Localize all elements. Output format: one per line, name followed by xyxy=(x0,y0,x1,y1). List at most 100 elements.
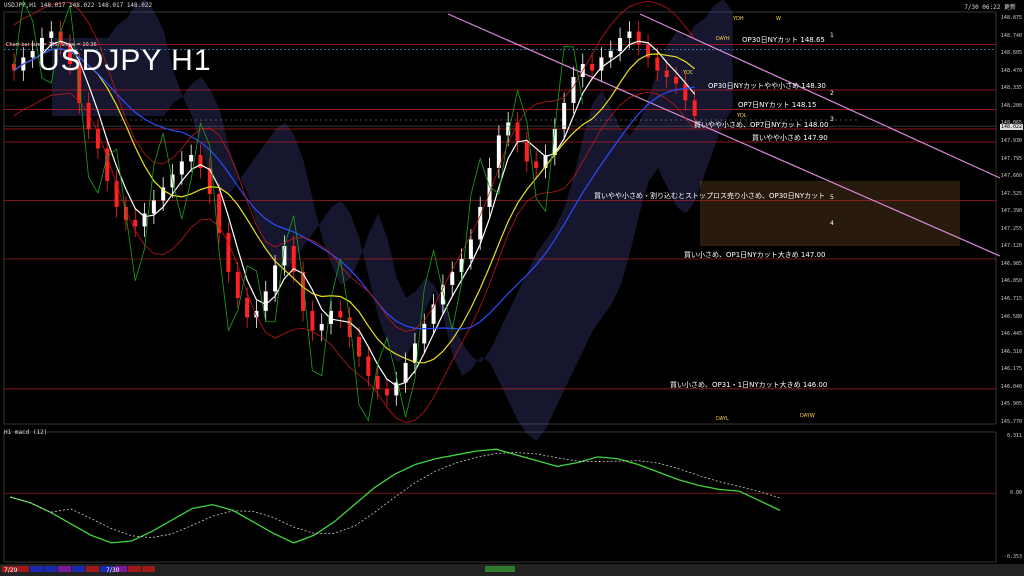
level-label: 買い小さめ、OP1日NYカット大きめ 147.00 xyxy=(684,250,826,259)
level-tag: DAYH xyxy=(716,36,730,42)
candle-body xyxy=(245,297,250,318)
candle-body xyxy=(524,141,529,162)
candle-body xyxy=(515,122,520,142)
price-tick-label: 147.120 xyxy=(1000,243,1022,250)
price-tick-label: 147.660 xyxy=(1000,173,1022,180)
level-label: OP30日NYカットやや小さめ 148.30 xyxy=(708,81,826,90)
candle-body xyxy=(422,323,427,344)
level-label: 買いやや小さめ、OP7日NYカット 148.00 xyxy=(694,120,829,129)
time-segment xyxy=(72,566,85,572)
macd-title: H1 macd (12) xyxy=(4,429,48,436)
candle-body xyxy=(263,291,268,311)
candle-body xyxy=(310,310,315,331)
candle-body xyxy=(692,100,697,116)
macd-tick-label: 0.311 xyxy=(1006,433,1022,439)
macd-tick-label: 0.00 xyxy=(1009,490,1022,497)
candle-body xyxy=(571,76,576,103)
price-tick-label: 146.850 xyxy=(1000,278,1022,285)
price-tick-label: 147.525 xyxy=(1000,190,1022,197)
price-tick-label: 146.310 xyxy=(1000,348,1022,355)
level-tag: YDC xyxy=(683,70,694,76)
candle-body xyxy=(273,265,278,292)
time-segment xyxy=(128,566,141,572)
line-number: 2 xyxy=(830,90,834,98)
price-tick-label: 145.905 xyxy=(1000,401,1022,408)
time-segment xyxy=(30,566,43,572)
candle-body xyxy=(590,63,595,71)
level-label: 買いやや小さめ・割り込むとストップロス売り小さめ、OP30日NYカット xyxy=(594,192,826,201)
page-title: USDJPY H1 xyxy=(38,44,212,77)
candle-body xyxy=(151,200,156,214)
candle-body xyxy=(235,271,240,298)
candle-body xyxy=(179,161,184,175)
scroll-thumb xyxy=(485,566,515,572)
macd-frame xyxy=(3,431,997,563)
candle-body xyxy=(189,154,194,162)
date-label: 7/29 xyxy=(4,567,18,574)
time-segment xyxy=(44,566,57,572)
level-tag: DAYW xyxy=(800,413,815,419)
candle-body xyxy=(450,271,455,285)
candle-body xyxy=(357,336,361,357)
price-tick-label: 147.390 xyxy=(1000,208,1022,215)
candle-body xyxy=(133,219,138,227)
price-tick-label: 145.770 xyxy=(1000,419,1022,425)
candle-body xyxy=(618,37,623,51)
price-tick-label: 148.065 xyxy=(1000,120,1022,127)
price-tick-label: 147.255 xyxy=(1000,225,1022,232)
candle-body xyxy=(403,362,408,383)
level-label: 買いやや小さめ 147.90 xyxy=(752,133,828,142)
level-label: 買い小さめ、OP31・1日NYカット大きめ 146.00 xyxy=(670,380,828,389)
level-tag: YDL xyxy=(737,113,747,119)
level-label: OP30日NYカット 148.65 xyxy=(742,36,825,45)
candle-body xyxy=(366,356,371,376)
level-tag: YDH xyxy=(733,16,744,22)
candle-body xyxy=(608,50,613,58)
line-number: 4 xyxy=(830,220,834,228)
candle-body xyxy=(664,70,669,77)
line-number: 1 xyxy=(830,31,834,39)
candle-body xyxy=(674,76,679,84)
signal-line xyxy=(9,452,781,539)
line-number: 5 xyxy=(830,194,834,202)
candle-body xyxy=(384,388,389,396)
macd-tick-label: -0.353 xyxy=(1003,554,1022,560)
price-tick-label: 146.175 xyxy=(1000,366,1022,373)
candle-body xyxy=(375,375,380,389)
candle-body xyxy=(49,31,54,38)
candle-body xyxy=(226,232,231,272)
macd-line xyxy=(9,448,781,544)
price-tick-label: 146.445 xyxy=(1000,331,1022,338)
price-tick-label: 146.580 xyxy=(1000,313,1022,320)
candle-body xyxy=(683,83,688,101)
candle-body xyxy=(627,31,632,38)
time-segment xyxy=(58,566,71,572)
candle-body xyxy=(338,310,343,318)
price-tick-label: 146.040 xyxy=(1000,383,1022,390)
symbol-line: USDJPY,H1 148.017 148.022 148.017 148.02… xyxy=(4,2,153,9)
time-segment xyxy=(142,566,155,572)
datetime-label: 7/30 06:22 更新 xyxy=(964,4,1016,11)
price-tick-label: 148.605 xyxy=(1000,50,1022,57)
date-label: 7/30 xyxy=(106,567,120,574)
price-tick-label: 148.335 xyxy=(1000,85,1022,92)
chart-svg xyxy=(0,0,1024,576)
price-tick-label: 146.985 xyxy=(1000,260,1022,267)
candle-body xyxy=(534,161,539,168)
level-tag: DAYL xyxy=(716,416,729,422)
candle-body xyxy=(431,304,436,324)
price-tick-label: 148.470 xyxy=(1000,67,1022,74)
price-tick-label: 148.740 xyxy=(1000,32,1022,39)
time-segment xyxy=(16,566,29,572)
candle-body xyxy=(412,343,417,363)
candle-body xyxy=(30,50,35,58)
price-tick-label: 148.875 xyxy=(1000,15,1022,21)
candle-body xyxy=(319,323,324,331)
candle-body xyxy=(636,31,641,45)
candle-body xyxy=(562,102,567,129)
time-segment xyxy=(86,566,99,572)
price-tick-label: 148.200 xyxy=(1000,102,1022,109)
price-tick-label: 147.930 xyxy=(1000,137,1022,144)
candle-body xyxy=(468,239,473,259)
candle-body xyxy=(655,57,660,71)
